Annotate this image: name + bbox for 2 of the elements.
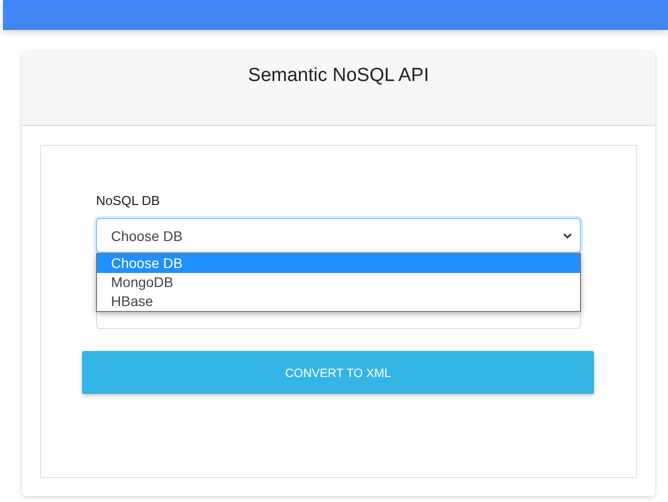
field-label: NoSQL DB — [96, 193, 161, 208]
page-title: Semantic NoSQL API — [248, 65, 429, 88]
